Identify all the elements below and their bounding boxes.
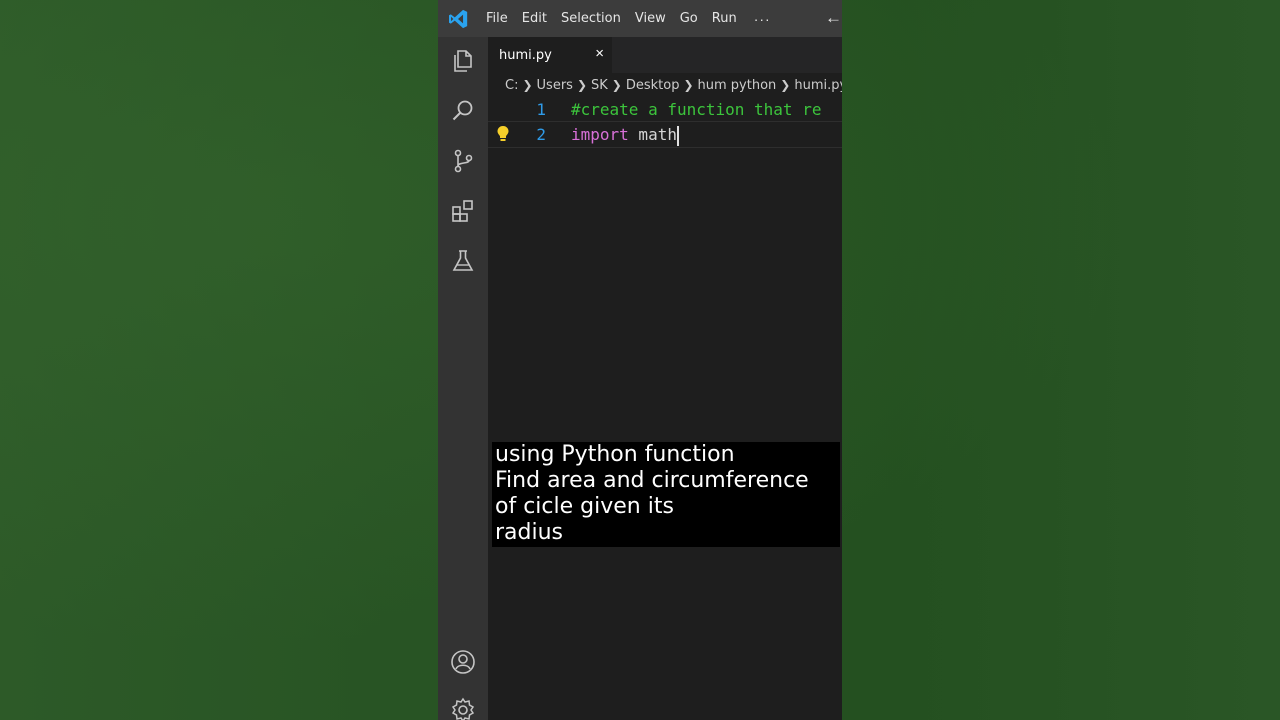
chevron-right-icon: ❯ <box>522 78 533 92</box>
menu-file[interactable]: File <box>479 0 515 37</box>
code-text: import math <box>571 122 679 147</box>
code-identifier: math <box>628 125 677 144</box>
video-caption: using Python function Find area and circ… <box>492 442 840 547</box>
caption-line: using Python function <box>495 442 735 467</box>
code-comment: #create a function that re <box>571 100 822 119</box>
caption-line: Find area and circumference <box>495 468 809 493</box>
breadcrumb-item[interactable]: humi.py <box>794 78 842 93</box>
vscode-logo-icon <box>449 9 468 28</box>
back-arrow-icon[interactable]: ← <box>825 8 842 28</box>
activity-bar <box>438 37 488 720</box>
line-number: 1 <box>536 100 546 119</box>
menu-selection[interactable]: Selection <box>554 0 628 37</box>
extensions-icon[interactable] <box>450 198 476 224</box>
code-line-current[interactable]: 2 import math <box>488 121 842 148</box>
menu-view[interactable]: View <box>628 0 673 37</box>
account-icon[interactable] <box>450 649 476 675</box>
breadcrumb: C: ❯ Users ❯ SK ❯ Desktop ❯ hum python ❯… <box>488 73 842 97</box>
settings-gear-icon[interactable] <box>450 697 476 720</box>
menu-more-button[interactable]: ··· <box>744 11 781 27</box>
tab-label: humi.py <box>499 47 552 63</box>
menu-edit[interactable]: Edit <box>515 0 554 37</box>
code-keyword: import <box>571 125 629 144</box>
search-icon[interactable] <box>450 98 476 124</box>
chevron-right-icon: ❯ <box>683 78 694 92</box>
code-editor[interactable]: 1 #create a function that re 2 import ma… <box>488 97 842 720</box>
text-cursor <box>676 125 679 146</box>
breadcrumb-item[interactable]: SK <box>591 78 608 93</box>
lightbulb-icon[interactable] <box>496 125 510 143</box>
chevron-right-icon: ❯ <box>780 78 791 92</box>
title-bar: File Edit Selection View Go Run ··· ← <box>438 0 842 37</box>
close-icon[interactable]: × <box>595 45 604 62</box>
line-number: 2 <box>536 125 546 144</box>
menu-go[interactable]: Go <box>673 0 705 37</box>
menu-run[interactable]: Run <box>705 0 744 37</box>
tab-humi-py[interactable]: humi.py × <box>488 37 612 73</box>
vscode-window: File Edit Selection View Go Run ··· ← hu… <box>438 0 842 720</box>
caption-line: of cicle given its <box>495 494 674 519</box>
breadcrumb-item[interactable]: Desktop <box>626 78 680 93</box>
editor-tabs: humi.py × <box>488 37 842 73</box>
explorer-icon[interactable] <box>450 48 476 74</box>
chevron-right-icon: ❯ <box>576 78 587 92</box>
chevron-right-icon: ❯ <box>611 78 622 92</box>
caption-line: radius <box>495 520 564 545</box>
breadcrumb-item[interactable]: C: <box>505 78 518 93</box>
source-control-icon[interactable] <box>450 148 476 174</box>
testing-icon[interactable] <box>450 248 476 274</box>
code-line[interactable]: 1 #create a function that re <box>488 97 842 122</box>
breadcrumb-item[interactable]: Users <box>537 78 573 93</box>
breadcrumb-item[interactable]: hum python <box>698 78 777 93</box>
